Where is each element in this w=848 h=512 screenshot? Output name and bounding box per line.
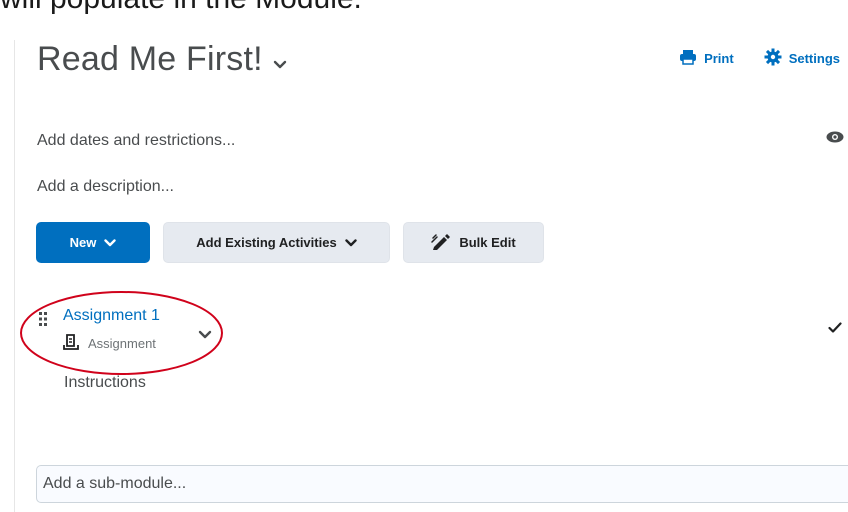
activity-type: Assignment [63,334,156,353]
add-submodule-placeholder: Add a sub-module... [43,475,187,492]
new-button[interactable]: New [36,222,150,263]
bulk-edit-button[interactable]: Bulk Edit [403,222,544,263]
nav-divider [14,40,15,512]
annotation-circle [20,291,223,375]
module-page: will populate in the Module. Read Me Fir… [0,0,848,512]
module-actions: Print Settings [679,48,840,69]
new-button-label: New [69,235,97,250]
activity-type-label: Assignment [88,336,156,351]
chevron-down-icon [104,235,117,250]
bulk-edit-label: Bulk Edit [459,235,516,250]
activity-title-link[interactable]: Assignment 1 [63,307,160,325]
add-submodule-input[interactable]: Add a sub-module... [36,465,848,503]
gear-icon [764,48,782,69]
pencil-icon [431,232,451,253]
printer-icon [679,49,697,68]
module-title: Read Me First! [37,40,287,79]
chevron-down-icon[interactable] [273,60,287,70]
drag-handle-icon[interactable] [38,311,48,332]
add-existing-label: Add Existing Activities [196,235,337,250]
settings-button[interactable]: Settings [764,48,840,69]
checkmark-icon [828,320,842,338]
add-dates-link[interactable]: Add dates and restrictions... [37,132,235,150]
chevron-down-icon [344,235,357,250]
settings-label: Settings [788,51,840,66]
add-existing-activities-button[interactable]: Add Existing Activities [163,222,390,263]
instruction-caption: will populate in the Module. [0,0,362,16]
chevron-down-icon[interactable] [198,326,212,344]
activity-description: Instructions [64,374,146,391]
module-title-text: Read Me First! [37,40,263,78]
assignment-icon [63,334,79,353]
print-button[interactable]: Print [679,49,734,68]
print-label: Print [704,51,734,66]
add-description-link[interactable]: Add a description... [37,178,174,196]
eye-icon[interactable] [826,130,844,148]
